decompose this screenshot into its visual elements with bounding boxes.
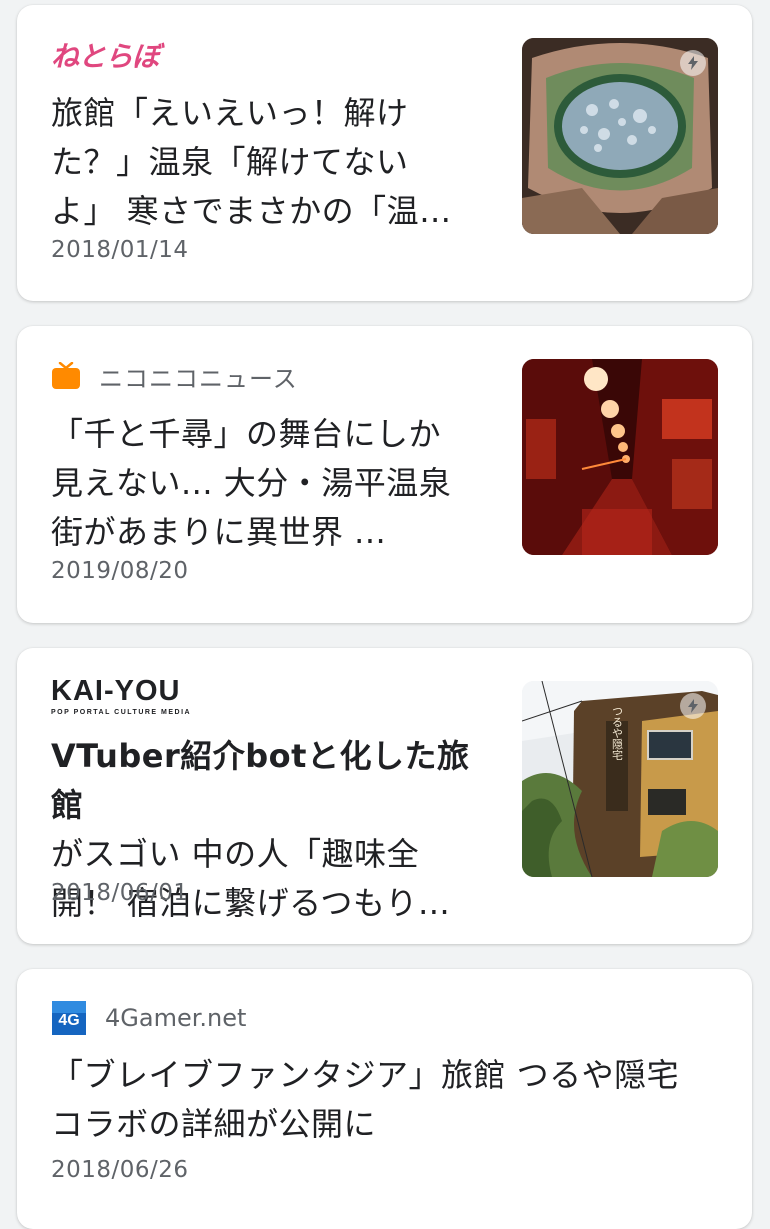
- lightning-icon: [680, 50, 706, 76]
- source-row: ニコニコニュース: [51, 358, 298, 394]
- netorabo-logo: ねとらぼ: [51, 40, 160, 73]
- publish-date: 2019/08/20: [51, 558, 189, 584]
- kai-you-logo: KAI-YOU POP PORTAL CULTURE MEDIA: [51, 674, 192, 716]
- publish-date: 2018/06/01: [51, 880, 189, 906]
- source-row: 4G 4Gamer.net: [51, 1000, 246, 1036]
- news-feed: ねとらぼ 旅館「えいえいっ！解け た？」温泉「解けてない よ」 寒さでまさかの「…: [0, 0, 770, 1229]
- source-logo: ねとらぼ: [51, 37, 160, 73]
- headline[interactable]: 「ブレイブファンタジア」旅館 つるや隠宅 コラボの詳細が公開に: [51, 1051, 731, 1149]
- headline[interactable]: 「千と千尋」の舞台にしか 見えない... 大分・湯平温泉 街があまりに異世界 .…: [51, 410, 491, 557]
- thumbnail-image[interactable]: [522, 38, 718, 234]
- svg-text:4G: 4G: [58, 1012, 79, 1029]
- tv-icon: [51, 362, 81, 390]
- 4gamer-icon: 4G: [51, 1000, 87, 1036]
- lantern-alley-image: [522, 359, 718, 555]
- ryokan-sign: つるや隠宅: [611, 706, 624, 761]
- publish-date: 2018/01/14: [51, 237, 189, 263]
- news-card[interactable]: ねとらぼ 旅館「えいえいっ！解け た？」温泉「解けてない よ」 寒さでまさかの「…: [17, 5, 752, 301]
- source-name: 4Gamer.net: [105, 1004, 247, 1032]
- thumbnail-image[interactable]: つるや隠宅: [522, 681, 718, 877]
- headline[interactable]: 旅館「えいえいっ！解け た？」温泉「解けてない よ」 寒さでまさかの「温…: [51, 89, 471, 236]
- source-name: ニコニコニュース: [99, 364, 298, 393]
- publish-date: 2018/06/26: [51, 1157, 189, 1183]
- news-card[interactable]: ニコニコニュース 「千と千尋」の舞台にしか 見えない... 大分・湯平温泉 街が…: [17, 326, 752, 623]
- news-card[interactable]: 4G 4Gamer.net 「ブレイブファンタジア」旅館 つるや隠宅 コラボの詳…: [17, 969, 752, 1229]
- lightning-icon: [680, 693, 706, 719]
- thumbnail-image[interactable]: [522, 359, 718, 555]
- source-logo: KAI-YOU POP PORTAL CULTURE MEDIA: [51, 674, 192, 716]
- news-card[interactable]: KAI-YOU POP PORTAL CULTURE MEDIA VTuber紹…: [17, 648, 752, 944]
